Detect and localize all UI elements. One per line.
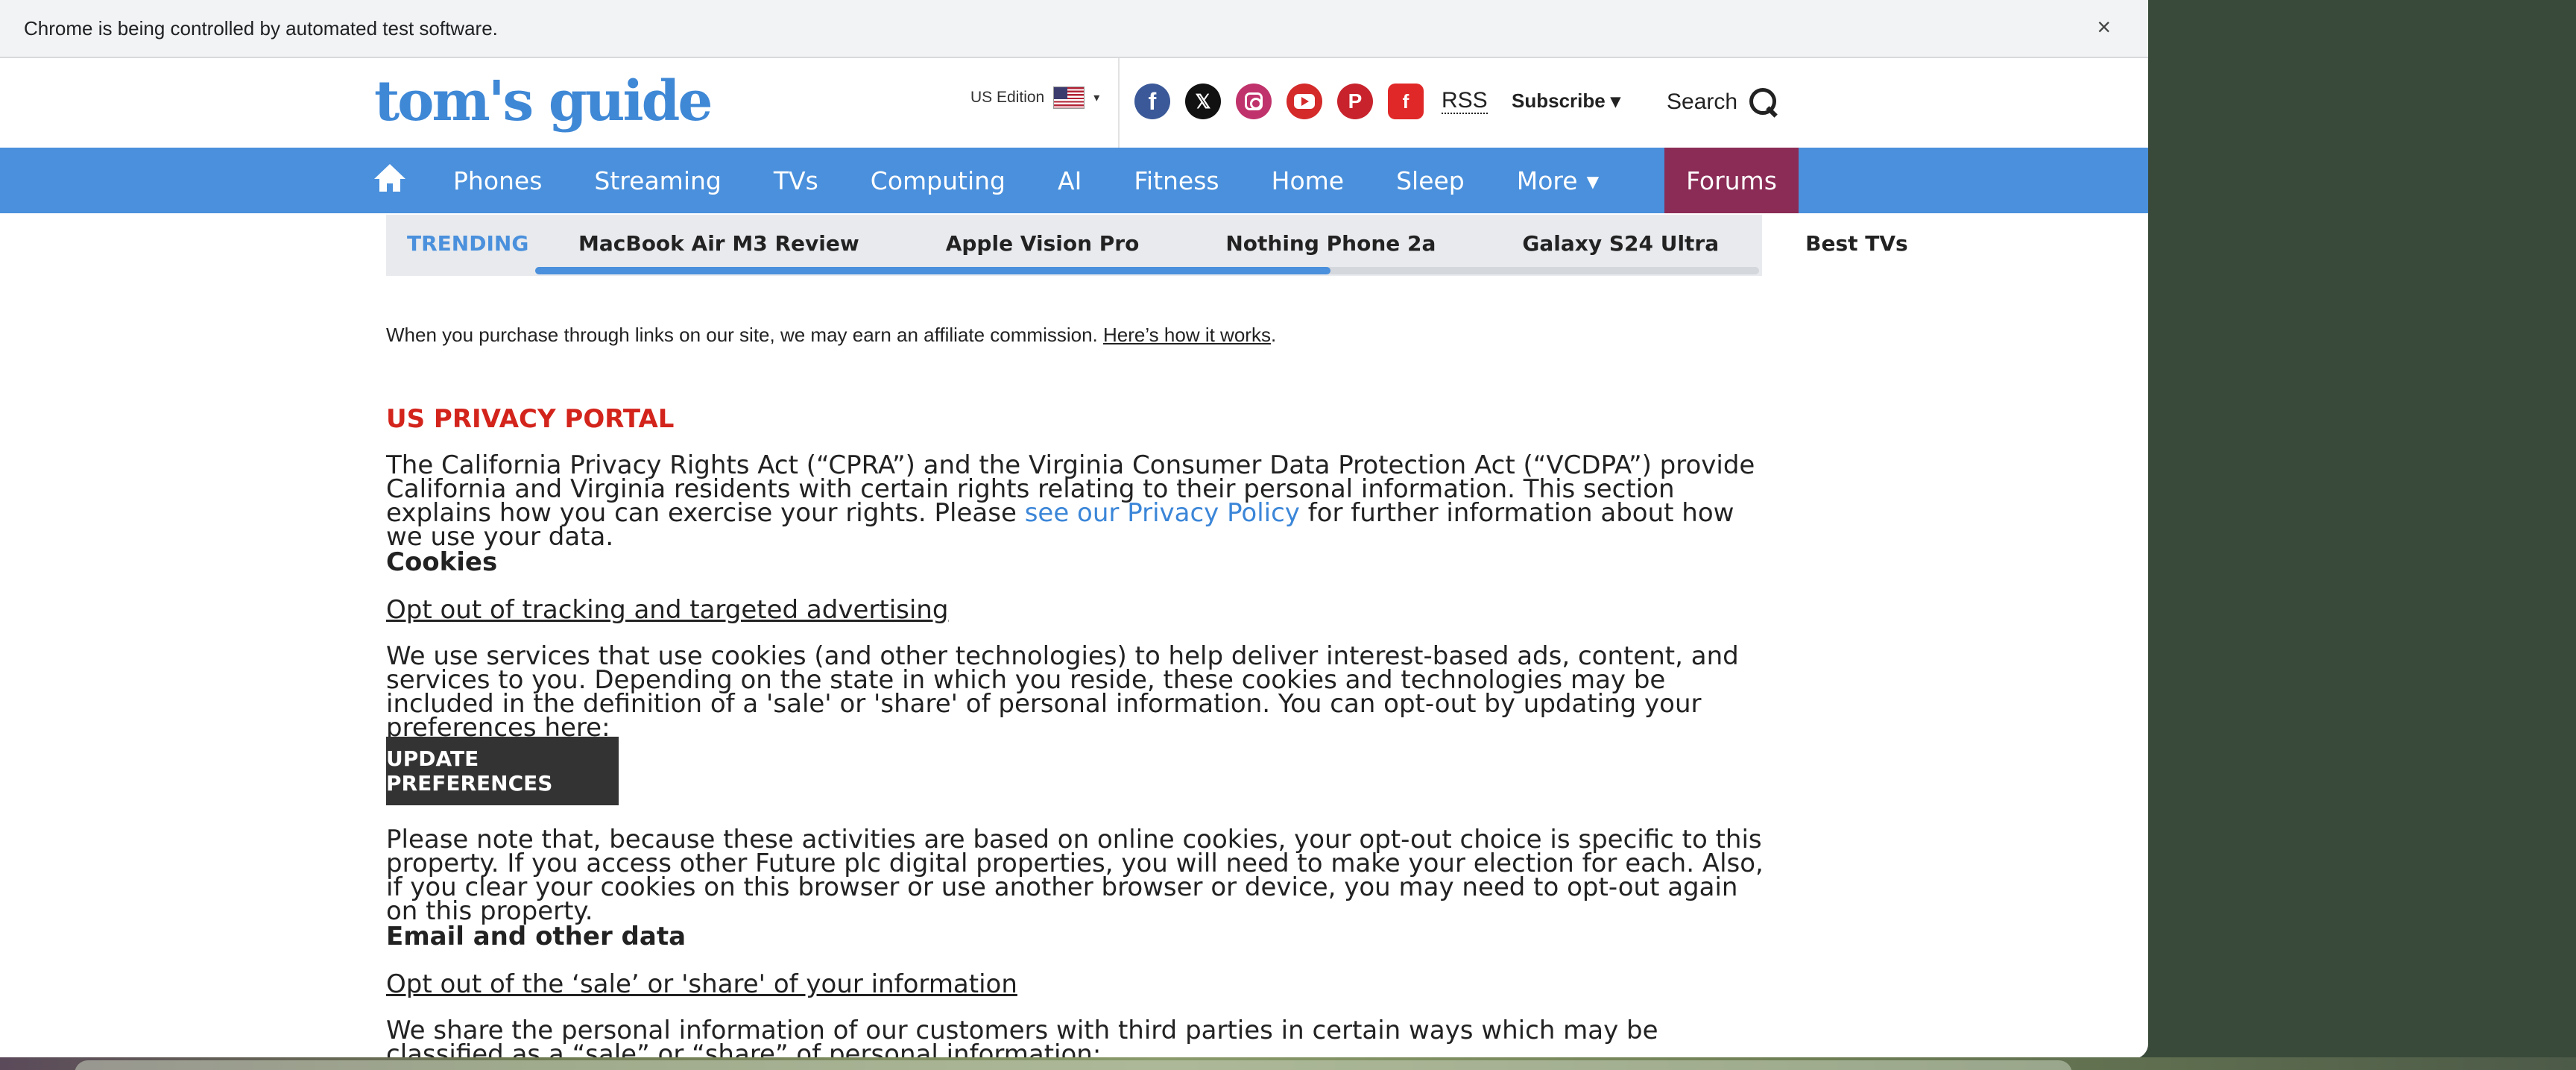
how-it-works-link[interactable]: Here’s how it works (1103, 324, 1271, 346)
cookies-heading: Cookies (386, 547, 498, 577)
trending-item[interactable]: MacBook Air M3 Review (578, 231, 859, 256)
trending-item[interactable]: Galaxy S24 Ultra (1522, 231, 1719, 256)
search-icon (1748, 86, 1779, 118)
trending-scroll-thumb[interactable] (535, 267, 1331, 274)
more-label: More (1516, 166, 1578, 195)
header-divider (1118, 58, 1120, 148)
trending-item[interactable]: Apple Vision Pro (946, 231, 1140, 256)
nav-item-tvs[interactable]: TVs (774, 166, 818, 195)
caret-down-icon: ▾ (1586, 166, 1600, 195)
cookies-paragraph: We use services that use cookies (and ot… (386, 641, 1739, 743)
home-icon[interactable] (374, 164, 405, 195)
opt-out-sale-link[interactable]: Opt out of the ‘sale’ or 'share' of your… (386, 969, 1017, 999)
affiliate-end: . (1270, 324, 1277, 346)
trending-item[interactable]: Best TVs (1805, 231, 1908, 256)
x-twitter-icon[interactable]: 𝕏 (1185, 84, 1221, 119)
nav-item-sleep[interactable]: Sleep (1396, 166, 1465, 195)
facebook-icon[interactable]: f (1134, 84, 1170, 119)
subscribe-menu[interactable]: Subscribe ▾ (1512, 89, 1620, 113)
browser-window: Chrome is being controlled by automated … (0, 0, 2148, 1059)
nav-item-fitness[interactable]: Fitness (1134, 166, 1219, 195)
forums-link[interactable]: Forums (1664, 148, 1799, 213)
privacy-policy-link[interactable]: see our Privacy Policy (1025, 498, 1300, 528)
site-header: tom's guide US Edition ▾ f 𝕏 P f RSS Sub… (0, 58, 2148, 148)
nav-items: Phones Streaming TVs Computing AI Fitnes… (453, 148, 1651, 213)
trending-label: TRENDING (407, 231, 529, 256)
site-logo[interactable]: tom's guide (374, 70, 713, 133)
nav-item-more[interactable]: More ▾ (1517, 166, 1599, 195)
search-button[interactable]: Search (1667, 86, 1779, 118)
chevron-down-icon: ▾ (1093, 92, 1100, 104)
instagram-icon[interactable] (1236, 84, 1272, 119)
nav-item-home[interactable]: Home (1272, 166, 1344, 195)
trending-scrollbar[interactable] (535, 267, 1759, 274)
affiliate-text: When you purchase through links on our s… (386, 324, 1098, 346)
update-preferences-button[interactable]: UPDATE PREFERENCES (386, 737, 619, 805)
close-icon[interactable]: × (2097, 15, 2111, 39)
desktop-background (0, 1057, 2576, 1070)
email-heading: Email and other data (386, 922, 686, 951)
share-paragraph: We share the personal information of our… (386, 1016, 1658, 1059)
flipboard-icon[interactable]: f (1388, 84, 1424, 119)
pinterest-icon[interactable]: P (1337, 84, 1373, 119)
search-label: Search (1667, 89, 1738, 114)
us-flag-icon (1053, 86, 1085, 109)
main-nav: Phones Streaming TVs Computing AI Fitnes… (0, 148, 2148, 213)
trending-item[interactable]: Nothing Phone 2a (1225, 231, 1436, 256)
nav-item-phones[interactable]: Phones (453, 166, 542, 195)
dock (75, 1060, 2072, 1070)
nav-item-ai[interactable]: AI (1058, 166, 1082, 195)
nav-item-computing[interactable]: Computing (871, 166, 1006, 195)
trending-bar: TRENDING MacBook Air M3 Review Apple Vis… (386, 215, 1908, 276)
youtube-icon[interactable] (1287, 84, 1322, 119)
intro-paragraph: The California Privacy Rights Act (“CPRA… (386, 453, 1765, 550)
automation-infobar: Chrome is being controlled by automated … (0, 0, 2148, 58)
nav-item-streaming[interactable]: Streaming (594, 166, 721, 195)
page-title: US PRIVACY PORTAL (386, 404, 675, 434)
affiliate-disclosure: When you purchase through links on our s… (386, 324, 1276, 347)
opt-out-tracking-link[interactable]: Opt out of tracking and targeted adverti… (386, 595, 948, 625)
note-paragraph: Please note that, because these activiti… (386, 825, 1764, 926)
social-links: f 𝕏 P f RSS (1134, 84, 1488, 119)
automation-message: Chrome is being controlled by automated … (24, 16, 498, 40)
trending-items: MacBook Air M3 Review Apple Vision Pro N… (578, 231, 1995, 256)
edition-selector[interactable]: US Edition ▾ (970, 86, 1099, 109)
edition-label: US Edition (970, 89, 1045, 106)
rss-link[interactable]: RSS (1442, 89, 1488, 114)
